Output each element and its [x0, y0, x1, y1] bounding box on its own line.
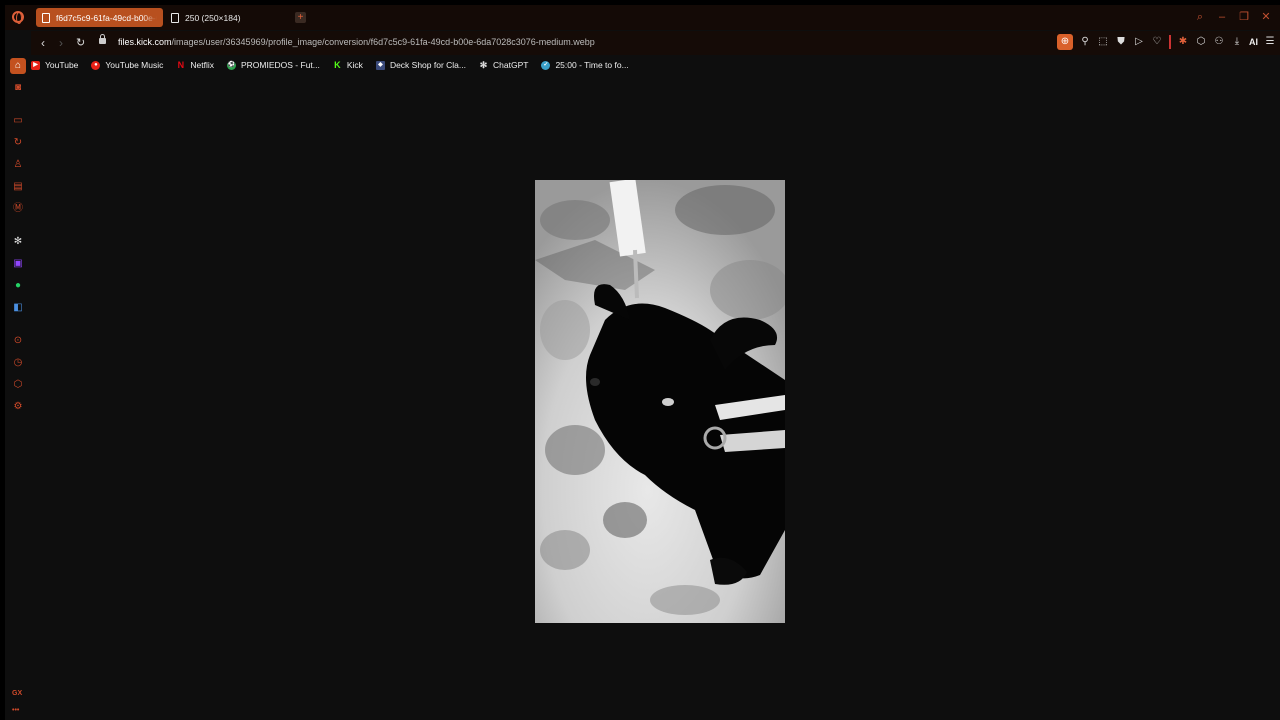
chatgpt-icon: ✻	[479, 59, 488, 70]
lock-icon[interactable]	[99, 34, 106, 44]
zoom-icon[interactable]: ⊕	[1057, 34, 1073, 50]
bookmark-label: ChatGPT	[493, 60, 529, 70]
document-icon	[42, 12, 50, 23]
gamepad-icon[interactable]: ◙	[11, 81, 25, 95]
bookmark-label: PROMIEDOS - Fut...	[241, 60, 320, 70]
reload-icon[interactable]: ↻	[76, 36, 85, 49]
kick-icon: K	[334, 59, 341, 70]
bookmark-label: 25:00 - Time to fo...	[555, 60, 629, 70]
tab-active-image[interactable]: f6d7c5c9-61fa-49cd-b00e-6da7028c3076-med…	[36, 8, 163, 27]
toolbar-icons: ⊕ ⚲ ⬚ ⛊ ▷ ♡ ✱ ⬡ ⚇ ⤓ AI ☰	[1057, 34, 1276, 50]
timer-icon: ✓	[541, 60, 551, 70]
gx-label[interactable]: GX	[12, 690, 22, 697]
bookmark-youtube[interactable]: ▶ YouTube	[31, 60, 78, 70]
search-tabs-icon[interactable]: ⌕	[1194, 11, 1206, 23]
youtube-icon: ▶	[31, 60, 40, 70]
tab-label: 250 (250×184)	[185, 12, 241, 23]
player-icon[interactable]: ▷	[1133, 36, 1145, 48]
browser-window: f6d7c5c9-61fa-49cd-b00e-6da7028c3076-med…	[5, 5, 1280, 720]
bookmark-label: YouTube Music	[105, 60, 164, 70]
menu-icon[interactable]: ☰	[1264, 36, 1276, 48]
tab-strip: f6d7c5c9-61fa-49cd-b00e-6da7028c3076-med…	[5, 5, 1280, 30]
promiedos-icon: ⚽	[227, 60, 236, 70]
download-icon[interactable]: ⤓	[1231, 36, 1243, 48]
chatgpt-sidebar-icon[interactable]: ✻	[11, 235, 25, 249]
hat-icon[interactable]: ♙	[11, 158, 25, 172]
document-icon	[171, 12, 179, 23]
toolbar-divider	[1169, 35, 1171, 49]
bookmarks-bar: ▶ YouTube ● YouTube Music N Netflix ⚽ PR…	[31, 57, 642, 73]
refresh-icon[interactable]: ↻	[11, 136, 25, 150]
new-tab-button[interactable]: +	[295, 12, 306, 23]
opera-gx-logo-icon[interactable]	[12, 11, 24, 24]
player-sidebar-icon[interactable]: ⊙	[11, 334, 25, 348]
deckshop-icon: ◆	[375, 60, 385, 70]
vr-icon[interactable]: ▭	[11, 114, 25, 128]
url-field[interactable]: files.kick.com/images/user/36345969/prof…	[118, 37, 595, 47]
sidebar: ⌂ ◙ ▭ ↻ ♙ ▤ Ⓜ ✻ ▣ ● ◧ ⊙ ◷ ⬡ ⚙ GX •••	[5, 53, 31, 720]
bookmark-deckshop[interactable]: ◆ Deck Shop for Cla...	[375, 60, 466, 70]
twitch-icon[interactable]: ▣	[11, 257, 25, 271]
address-bar: ‹ › ↻ files.kick.com/images/user/3634596…	[31, 31, 1280, 55]
extensions-icon[interactable]: ⬡	[1195, 36, 1207, 48]
bookmark-kick[interactable]: K Kick	[333, 60, 363, 70]
bookmark-timer[interactable]: ✓ 25:00 - Time to fo...	[541, 60, 629, 70]
url-path: /images/user/36345969/profile_image/conv…	[171, 37, 595, 47]
forward-icon[interactable]: ›	[59, 36, 63, 50]
tab-image-250[interactable]: 250 (250×184)	[165, 8, 290, 27]
bookmark-label: YouTube	[45, 60, 79, 70]
heart-icon[interactable]: ♡	[1151, 36, 1163, 48]
dog-photo	[535, 180, 785, 623]
window-controls: ⌕ – ❐ ✕	[1194, 11, 1272, 23]
close-icon[interactable]: ✕	[1260, 11, 1272, 23]
netflix-icon: N	[177, 59, 185, 70]
bookmark-label: Kick	[346, 60, 363, 70]
messenger-icon[interactable]: ◧	[11, 301, 25, 315]
bookmark-netflix[interactable]: N Netflix	[176, 60, 214, 70]
maximize-icon[interactable]: ❐	[1238, 11, 1250, 23]
extensions-sidebar-icon[interactable]: ⬡	[11, 378, 25, 392]
screenshot-icon[interactable]: ⬚	[1097, 36, 1109, 48]
url-host: files.kick.com	[118, 37, 172, 47]
shield-icon[interactable]: ⛊	[1115, 36, 1127, 48]
history-icon[interactable]: ◷	[11, 356, 25, 370]
aria-ai-button[interactable]: AI	[1249, 37, 1258, 47]
settings-icon[interactable]: ⚙	[11, 400, 25, 414]
minimize-icon[interactable]: –	[1216, 11, 1228, 23]
back-icon[interactable]: ‹	[41, 36, 45, 50]
bookmark-chatgpt[interactable]: ✻ ChatGPT	[479, 59, 529, 70]
bookmark-label: Deck Shop for Cla...	[389, 60, 466, 70]
home-icon[interactable]: ⌂	[10, 58, 26, 74]
bookmark-label: Netflix	[190, 60, 214, 70]
bookmark-promiedos[interactable]: ⚽ PROMIEDOS - Fut...	[227, 60, 320, 70]
gx-mods-icon[interactable]: ✱	[1177, 36, 1189, 48]
tab-label: f6d7c5c9-61fa-49cd-b00e-6da7028c3076-med…	[56, 12, 157, 23]
bookmark-pin-icon[interactable]: ⚲	[1079, 36, 1091, 48]
profile-icon[interactable]: ⚇	[1213, 36, 1225, 48]
news-icon[interactable]: ▤	[11, 180, 25, 194]
m-icon[interactable]: Ⓜ	[11, 202, 25, 216]
more-icon[interactable]: •••	[12, 707, 19, 714]
youtube-music-icon: ●	[91, 60, 101, 70]
bookmark-youtube-music[interactable]: ● YouTube Music	[91, 60, 163, 70]
whatsapp-icon[interactable]: ●	[11, 279, 25, 293]
